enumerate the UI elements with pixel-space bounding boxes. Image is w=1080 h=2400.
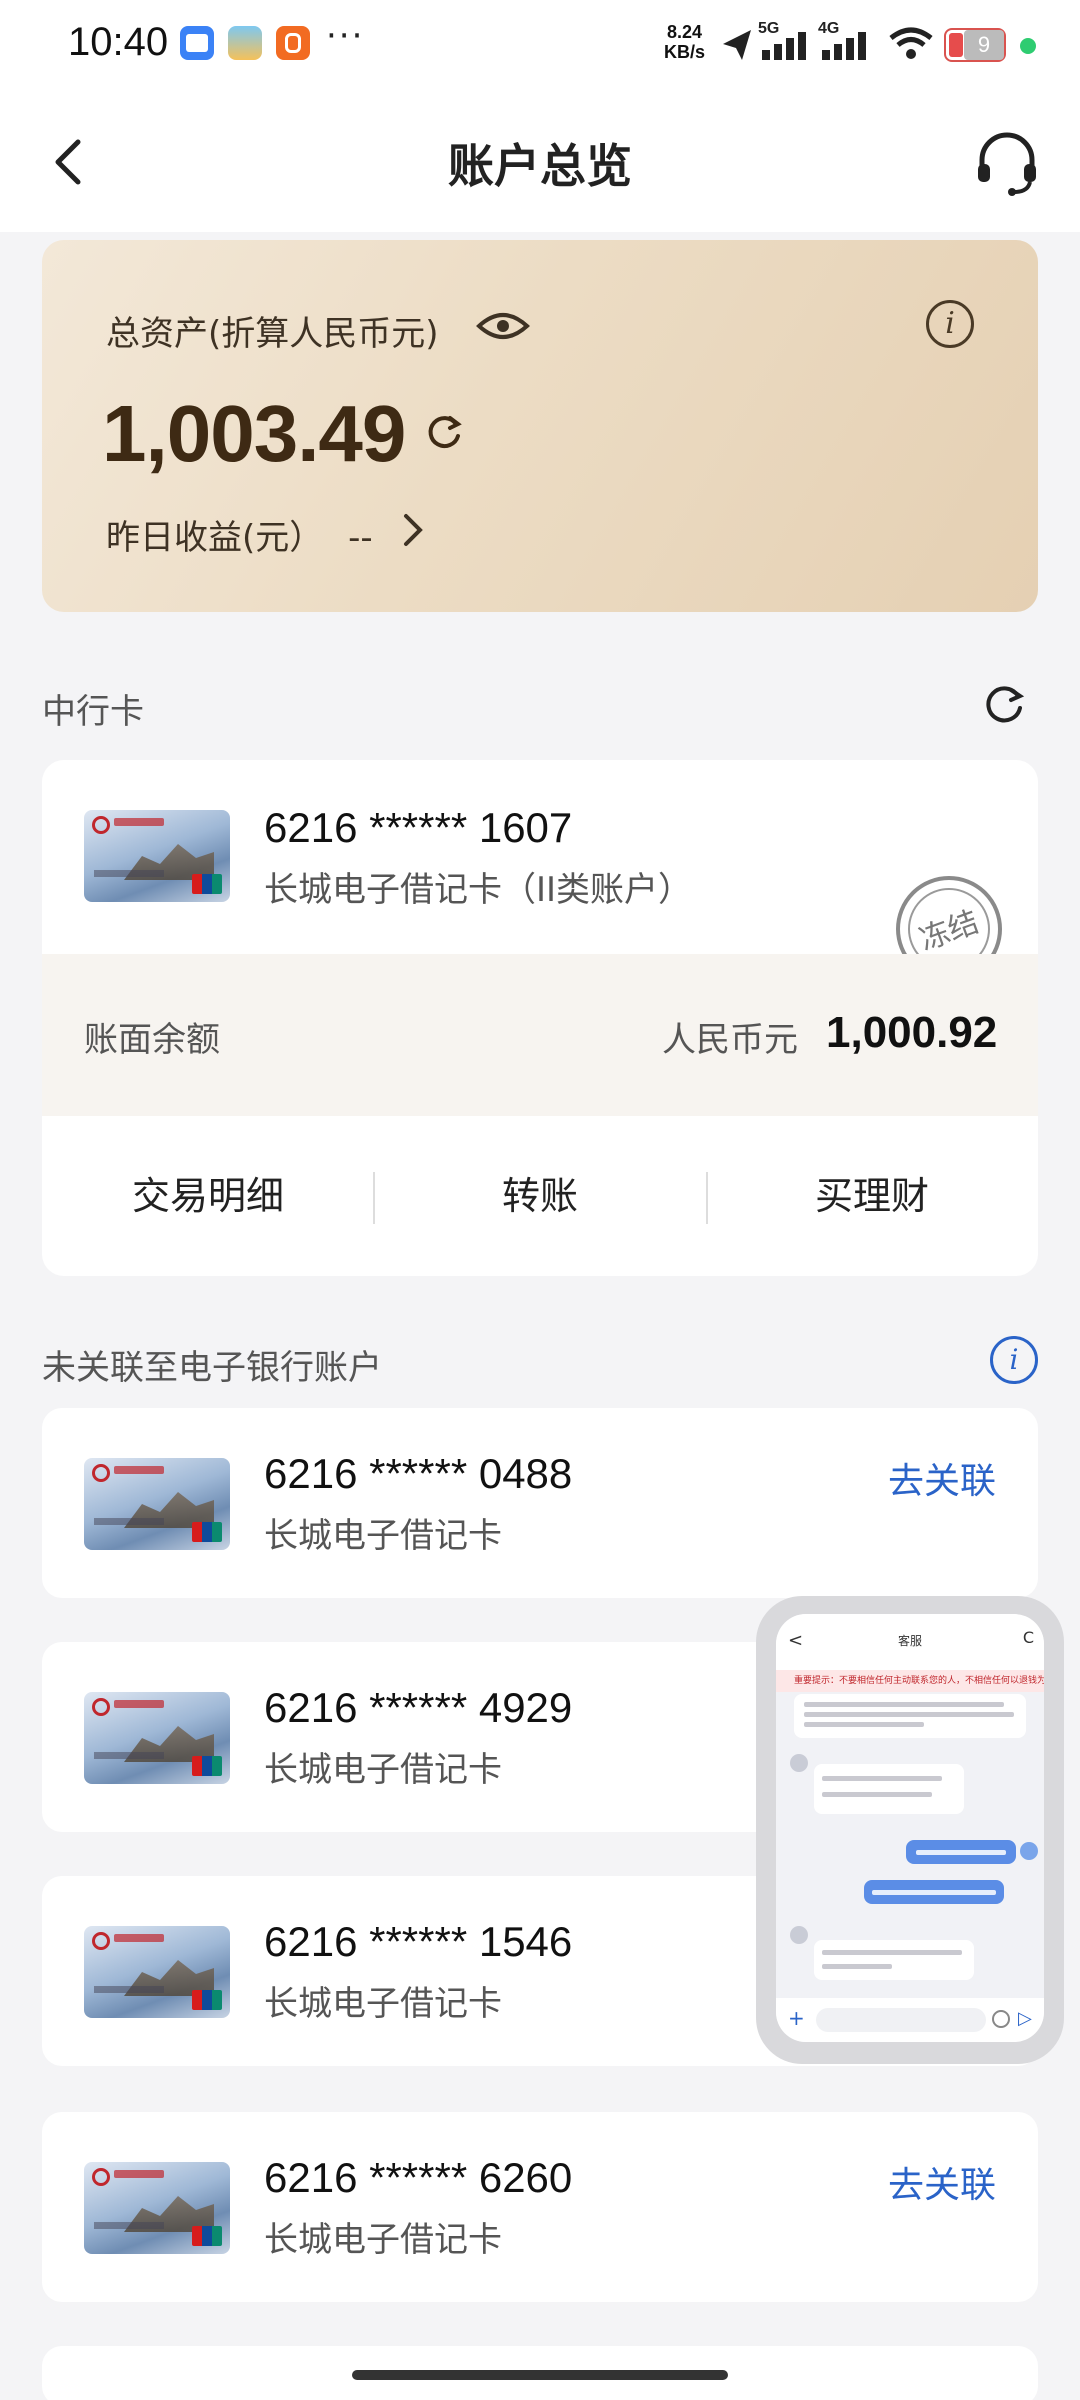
total-assets-label: 总资产(折算人民币元) bbox=[106, 314, 439, 354]
info-icon[interactable]: i bbox=[926, 300, 974, 348]
buy-wealth-product-button[interactable]: 买理财 bbox=[706, 1116, 1038, 1276]
balance-amount: 1,000.92 bbox=[826, 1008, 998, 1057]
primary-account-card: 6216 ****** 1607 长城电子借记卡（II类账户） 冻结 账面余额 … bbox=[42, 760, 1038, 1276]
account-actions: 交易明细 转账 买理财 bbox=[42, 1116, 1038, 1276]
eye-icon[interactable] bbox=[476, 306, 530, 346]
unlinked-accounts-section-title: 未关联至电子银行账户 bbox=[42, 1348, 382, 1388]
agent-avatar bbox=[790, 1926, 808, 1944]
debit-card-image bbox=[84, 810, 230, 902]
signal-icon: 5G bbox=[758, 20, 820, 64]
network-speed: 8.24 KB/s bbox=[664, 22, 706, 62]
refresh-icon[interactable] bbox=[422, 410, 466, 454]
card-type: 长城电子借记卡 bbox=[264, 2220, 502, 2260]
wifi-icon bbox=[889, 27, 933, 59]
currency-label: 人民币元 bbox=[662, 1020, 798, 1060]
agent-avatar bbox=[790, 1754, 808, 1772]
chat-title: 客服 bbox=[897, 1634, 922, 1648]
card-number: 6216 ****** 1607 bbox=[264, 804, 573, 851]
card-type: 长城电子借记卡（II类账户） bbox=[264, 870, 693, 910]
unlinked-card-item[interactable]: 6216 ****** 6260 长城电子借记卡 去关联 bbox=[42, 2112, 1038, 2302]
card-type: 长城电子借记卡 bbox=[264, 1984, 502, 2024]
chat-header: < 客服 C bbox=[776, 1614, 1044, 1670]
status-time: 10:40 bbox=[68, 20, 169, 64]
agent-message-bubble bbox=[814, 1940, 974, 1980]
refresh-icon[interactable] bbox=[980, 680, 1028, 728]
link-account-button[interactable]: 去关联 bbox=[888, 1452, 996, 1504]
total-assets-card: 总资产(折算人民币元) i 1,003.49 昨日收益(元） -- bbox=[42, 240, 1038, 612]
headset-icon[interactable] bbox=[972, 128, 1042, 198]
user-message-bubble bbox=[906, 1840, 1016, 1864]
transfer-button[interactable]: 转账 bbox=[374, 1116, 706, 1276]
user-message-bubble bbox=[864, 1880, 1004, 1904]
unlinked-card-item[interactable]: 6216 ****** 0488 长城电子借记卡 去关联 bbox=[42, 1408, 1038, 1598]
status-bar: 10:40 ··· 8.24 KB/s 5G 4G 9 bbox=[0, 0, 1080, 92]
battery-icon: 9 bbox=[944, 28, 1006, 62]
send-icon: ▷ bbox=[1018, 2008, 1032, 2029]
photo-app-icon bbox=[228, 26, 262, 60]
balance-label: 账面余额 bbox=[84, 1020, 220, 1060]
agent-message-bubble bbox=[814, 1764, 964, 1814]
chat-info-box bbox=[794, 1694, 1026, 1738]
card-number: 6216 ****** 0488 bbox=[264, 1450, 573, 1497]
card-number: 6216 ****** 1546 bbox=[264, 1918, 573, 1965]
plus-icon: + bbox=[788, 2006, 805, 2030]
chat-notice: 重要提示：不要相信任何主动联系您的人，不相信任何以退钱为 bbox=[776, 1670, 1044, 1692]
transaction-details-button[interactable]: 交易明细 bbox=[42, 1116, 374, 1276]
privacy-indicator-dot bbox=[1020, 38, 1036, 54]
signal-icon-2: 4G bbox=[818, 20, 880, 64]
card-type: 长城电子借记卡 bbox=[264, 1516, 502, 1556]
nav-header: 账户总览 bbox=[0, 92, 1080, 232]
card-number: 6216 ****** 4929 bbox=[264, 1684, 573, 1731]
chat-input bbox=[816, 2008, 986, 2032]
emoji-icon bbox=[992, 2010, 1010, 2028]
home-indicator[interactable] bbox=[352, 2370, 728, 2380]
debit-card-image bbox=[84, 1692, 230, 1784]
account-overview-screen: 10:40 ··· 8.24 KB/s 5G 4G 9 账户总览 总资产(折算人… bbox=[0, 0, 1080, 2400]
total-assets-amount: 1,003.49 bbox=[102, 389, 406, 478]
page-title: 账户总览 bbox=[448, 139, 632, 193]
info-icon[interactable]: i bbox=[990, 1336, 1038, 1384]
link-account-button[interactable]: 去关联 bbox=[888, 2156, 996, 2208]
balance-row: 账面余额 人民币元 1,000.92 bbox=[42, 954, 1038, 1116]
music-app-icon bbox=[276, 26, 310, 60]
chat-preview: < 客服 C 重要提示：不要相信任何主动联系您的人，不相信任何以退钱为 + ▷ bbox=[776, 1614, 1044, 2042]
yesterday-earnings[interactable]: 昨日收益(元） -- bbox=[106, 510, 373, 559]
card-type: 长城电子借记卡 bbox=[264, 1750, 502, 1790]
chat-input-bar: + ▷ bbox=[776, 1998, 1044, 2042]
floating-chat-window[interactable]: < 客服 C 重要提示：不要相信任何主动联系您的人，不相信任何以退钱为 + ▷ bbox=[756, 1596, 1064, 2064]
debit-card-image bbox=[84, 1458, 230, 1550]
chat-refresh-icon: C bbox=[1022, 1628, 1034, 1647]
debit-card-image bbox=[84, 1926, 230, 2018]
chevron-right-icon[interactable] bbox=[394, 510, 430, 550]
debit-card-image bbox=[84, 2162, 230, 2254]
user-avatar bbox=[1020, 1842, 1038, 1860]
send-icon bbox=[723, 30, 751, 60]
boc-card-section-title: 中行卡 bbox=[42, 692, 144, 732]
card-number: 6216 ****** 6260 bbox=[264, 2154, 573, 2201]
more-notifications-icon: ··· bbox=[326, 16, 365, 56]
calendar-app-icon bbox=[180, 26, 214, 60]
